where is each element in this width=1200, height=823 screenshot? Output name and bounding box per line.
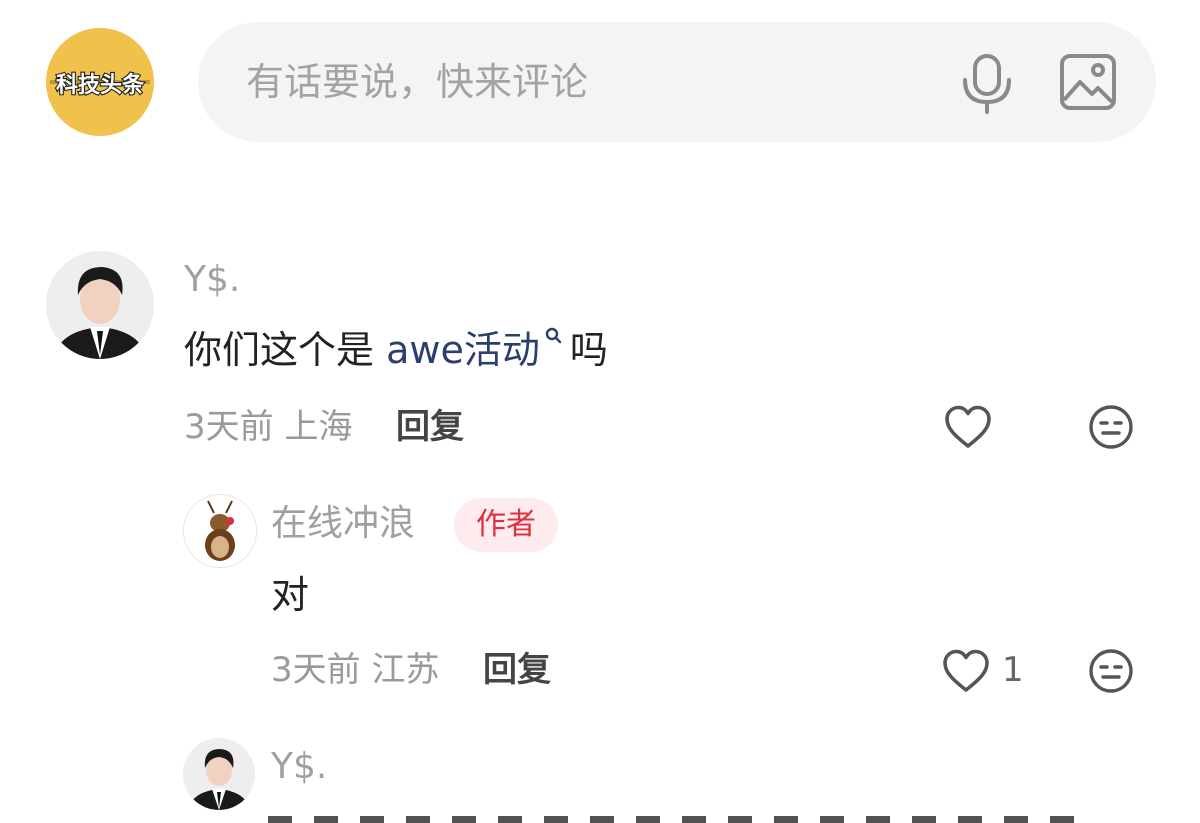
comment-input-placeholder[interactable]: 有话要说，快来评论 — [246, 56, 588, 108]
heart-icon[interactable] — [942, 648, 990, 698]
avatar[interactable] — [183, 738, 255, 810]
reply-button[interactable]: 回复 — [483, 648, 551, 692]
topic-link[interactable]: awe活动 — [386, 328, 540, 372]
comment-location: 上海 — [284, 407, 353, 447]
avatar[interactable] — [183, 494, 257, 568]
logo-icon: 科技头条 — [50, 71, 150, 99]
reply-location: 江苏 — [371, 650, 440, 690]
comment-time: 3天前 — [184, 407, 274, 447]
reply-username[interactable]: Y$. — [271, 745, 327, 789]
reply-button[interactable]: 回复 — [396, 405, 464, 449]
comment-input-bar[interactable]: 有话要说，快来评论 — [198, 22, 1156, 142]
reply-text: 对 — [271, 573, 310, 617]
emoji-reaction-icon[interactable] — [1088, 648, 1134, 698]
like-count: 1 — [1002, 650, 1024, 690]
logo-text: 科技头条 — [56, 72, 145, 98]
truncated-reply-text — [268, 806, 1088, 823]
comment-meta: 3天前 上海 — [184, 405, 352, 449]
microphone-icon[interactable] — [958, 52, 1016, 114]
author-badge: 作者 — [454, 498, 558, 552]
reply-username[interactable]: 在线冲浪 — [271, 502, 415, 546]
avatar[interactable] — [46, 251, 154, 359]
comment-username[interactable]: Y$. — [184, 258, 240, 302]
channel-logo[interactable]: 科技头条 — [46, 28, 154, 136]
comment-text: 你们这个是 awe活动吗 — [184, 325, 608, 375]
reply-meta: 3天前 江苏 — [271, 648, 439, 692]
search-icon[interactable] — [544, 325, 562, 351]
comment-text-after: 吗 — [569, 328, 608, 372]
reply-time: 3天前 — [271, 650, 361, 690]
image-icon[interactable] — [1058, 52, 1118, 112]
comment-text-before: 你们这个是 — [184, 328, 387, 372]
heart-icon[interactable] — [944, 404, 992, 454]
emoji-reaction-icon[interactable] — [1088, 404, 1134, 454]
